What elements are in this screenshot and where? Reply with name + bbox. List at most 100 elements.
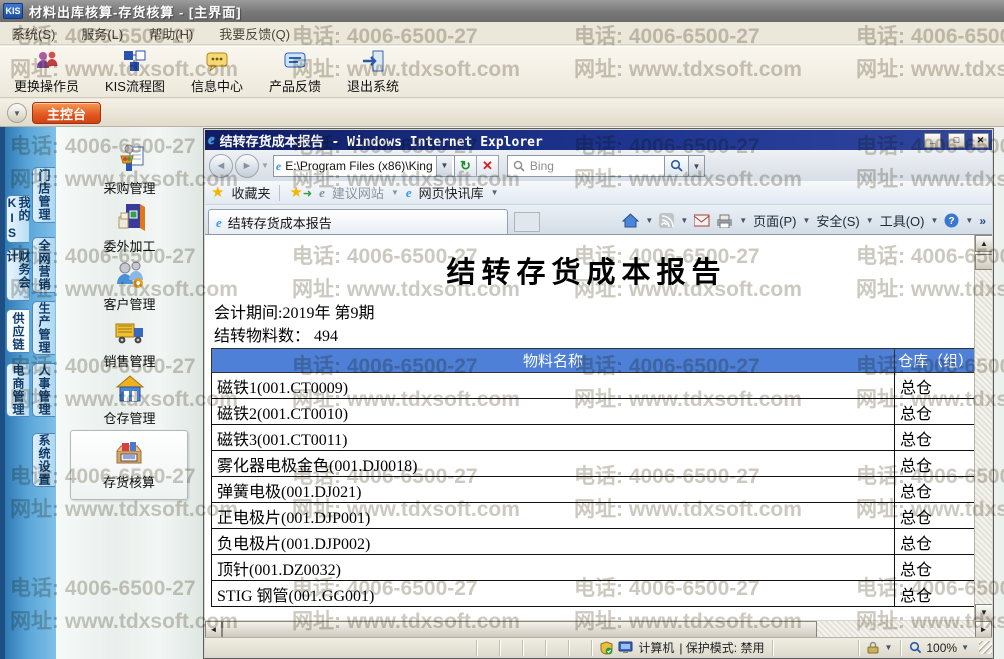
sidebar-item-finance-accounting[interactable]: 财务会计 bbox=[6, 249, 29, 301]
ie-favicon: e bbox=[319, 186, 325, 199]
sidebar-item-my-kis[interactable]: 我的KIS bbox=[6, 195, 29, 243]
tab-title: 结转存货成本报告 bbox=[228, 213, 332, 232]
print-icon[interactable] bbox=[716, 214, 733, 228]
module-procurement[interactable]: 采购管理 bbox=[56, 143, 203, 197]
material-name-cell: 磁铁2(001.CT0010) bbox=[212, 399, 895, 425]
read-mail-icon[interactable] bbox=[694, 214, 710, 227]
menu-system[interactable]: 系统(S) bbox=[12, 24, 55, 43]
zoom-control[interactable]: 100% ▼ bbox=[901, 641, 977, 655]
more-commands-chevron[interactable]: » bbox=[979, 214, 986, 228]
help-icon[interactable]: ? bbox=[944, 213, 959, 228]
forward-button[interactable]: ► bbox=[235, 154, 259, 178]
chevron-down-icon: ▼ bbox=[866, 216, 874, 225]
module-warehouse[interactable]: 仓存管理 bbox=[56, 373, 203, 427]
table-row: 负电极片(001.DJP002)总仓 bbox=[212, 529, 977, 555]
sales-icon bbox=[114, 316, 146, 348]
warehouse-icon bbox=[114, 373, 146, 405]
sidebar-item-production-management[interactable]: 生产管理 bbox=[32, 301, 55, 355]
customer-icon bbox=[114, 259, 146, 291]
maximize-button[interactable]: □ bbox=[948, 133, 965, 148]
refresh-button[interactable]: ↻ bbox=[455, 155, 477, 177]
chevron-down-icon: ▼ bbox=[13, 109, 21, 118]
chevron-down-icon[interactable]: ▼ bbox=[739, 216, 747, 225]
scroll-down-button[interactable]: ▼ bbox=[975, 604, 992, 620]
horizontal-scrollbar[interactable]: ◄ ► bbox=[205, 621, 992, 638]
rss-feed-icon[interactable] bbox=[659, 213, 674, 228]
sidebar-item-store-management[interactable]: 门店管理 bbox=[32, 167, 55, 223]
switch-operator-icon bbox=[34, 48, 60, 74]
address-field[interactable]: e E:\Program Files (x86)\Kingdee\K3ERP\K… bbox=[273, 155, 455, 177]
sidebar-item-hr-management[interactable]: 人事管理 bbox=[32, 363, 55, 417]
ie-status-bar: 计算机 | 保护模式: 禁用 ▼ 100% ▼ bbox=[205, 637, 992, 657]
scrollbar-thumb[interactable] bbox=[975, 254, 992, 270]
scroll-left-button[interactable]: ◄ bbox=[205, 621, 222, 638]
new-tab-stub[interactable] bbox=[514, 212, 540, 232]
back-button[interactable]: ◄ bbox=[209, 154, 233, 178]
divider bbox=[279, 185, 280, 201]
sidebar-item-supply-chain[interactable]: 供应链 bbox=[6, 309, 29, 353]
warehouse-cell: 总仓 bbox=[895, 555, 977, 581]
search-icon bbox=[670, 159, 683, 172]
stop-button[interactable]: ✕ bbox=[477, 155, 499, 177]
module-customer[interactable]: 客户管理 bbox=[56, 259, 203, 313]
history-dropdown-icon[interactable]: ▼ bbox=[261, 161, 269, 170]
material-name-cell: 磁铁1(001.CT0009) bbox=[212, 373, 895, 399]
scroll-up-button[interactable]: ▲ bbox=[975, 235, 992, 252]
tab-dropdown-button[interactable]: ▼ bbox=[7, 103, 27, 123]
kis-flowchart-button[interactable]: KIS流程图 bbox=[99, 46, 171, 97]
sidebar-item-online-marketing[interactable]: 全网营销 bbox=[32, 237, 55, 293]
exit-system-button[interactable]: 退出系统 bbox=[341, 46, 405, 97]
safety-menu-button[interactable]: 安全(S) bbox=[816, 211, 859, 230]
search-options-dropdown[interactable]: ▼ bbox=[689, 155, 705, 177]
module-sales[interactable]: 销售管理 bbox=[56, 316, 203, 370]
chevron-down-icon: ▼ bbox=[491, 188, 499, 197]
suggested-sites-button[interactable]: 建议网站 bbox=[332, 183, 384, 202]
search-go-button[interactable] bbox=[665, 155, 689, 177]
home-icon[interactable] bbox=[622, 213, 639, 228]
message-center-icon bbox=[204, 48, 230, 74]
product-feedback-button[interactable]: 产品反馈 bbox=[263, 46, 327, 97]
chevron-down-icon: ▼ bbox=[884, 643, 892, 652]
menu-help[interactable]: 帮助(H) bbox=[149, 24, 193, 43]
ie-favorites-bar: ★ 收藏夹 ★➜ e 建议网站 ▼ e 网页快讯库 ▼ bbox=[205, 181, 992, 205]
minimize-button[interactable]: _ bbox=[924, 133, 941, 148]
menu-service[interactable]: 服务(L) bbox=[81, 24, 123, 43]
kis-logo: KIS bbox=[3, 3, 23, 19]
page-menu-button[interactable]: 页面(P) bbox=[753, 211, 796, 230]
material-name-cell: 负电极片(001.DJP002) bbox=[212, 529, 895, 555]
module-outsourcing[interactable]: 委外加工 bbox=[56, 201, 203, 255]
stop-icon: ✕ bbox=[482, 158, 493, 174]
status-section bbox=[500, 640, 523, 656]
tab-console[interactable]: 主控台 bbox=[32, 102, 101, 124]
scroll-right-button[interactable]: ► bbox=[975, 621, 992, 638]
scrollbar-thumb[interactable] bbox=[222, 621, 817, 638]
ie-tab-row: e 结转存货成本报告 ▼ ▼ ▼ 页面(P)▼ 安全(S)▼ 工具(O)▼ ?▼… bbox=[205, 205, 992, 234]
web-slice-gallery-button[interactable]: 网页快讯库 bbox=[419, 183, 484, 202]
module-inventory-accounting[interactable]: 存货核算 bbox=[70, 430, 188, 500]
favorites-button[interactable]: 收藏夹 bbox=[231, 183, 270, 202]
add-favorite-button[interactable]: ★➜ bbox=[289, 185, 312, 200]
resize-grip[interactable] bbox=[979, 641, 992, 654]
switch-operator-button[interactable]: 更换操作员 bbox=[8, 46, 85, 97]
vertical-scrollbar[interactable]: ▲ ▼ bbox=[974, 235, 992, 620]
sidebar-item-system-settings[interactable]: 系统设置 bbox=[32, 433, 55, 487]
menu-feedback[interactable]: 我要反馈(Q) bbox=[219, 24, 290, 43]
exit-system-label: 退出系统 bbox=[347, 76, 399, 95]
search-input[interactable]: Bing bbox=[507, 155, 665, 177]
table-row: 顶针(001.DZ0032)总仓 bbox=[212, 555, 977, 581]
tab-report[interactable]: e 结转存货成本报告 bbox=[208, 209, 508, 234]
chevron-down-icon[interactable]: ▼ bbox=[680, 216, 688, 225]
app-menubar: 系统(S) 服务(L) 帮助(H) 我要反馈(Q) bbox=[0, 22, 1004, 45]
address-dropdown-button[interactable]: ▼ bbox=[436, 156, 452, 176]
table-row: 磁铁3(001.CT0011)总仓 bbox=[212, 425, 977, 451]
tools-menu-button[interactable]: 工具(O) bbox=[880, 211, 925, 230]
close-button[interactable]: ✕ bbox=[972, 133, 989, 148]
warehouse-cell: 总仓 bbox=[895, 373, 977, 399]
sidebar-item-ecommerce[interactable]: 电商管理 bbox=[6, 363, 29, 417]
chevron-down-icon[interactable]: ▼ bbox=[965, 216, 973, 225]
chevron-down-icon: ▼ bbox=[930, 216, 938, 225]
warehouse-cell: 总仓 bbox=[895, 529, 977, 555]
message-center-button[interactable]: 信息中心 bbox=[185, 46, 249, 97]
privacy-section[interactable]: ▼ bbox=[859, 640, 901, 656]
chevron-down-icon[interactable]: ▼ bbox=[645, 216, 653, 225]
